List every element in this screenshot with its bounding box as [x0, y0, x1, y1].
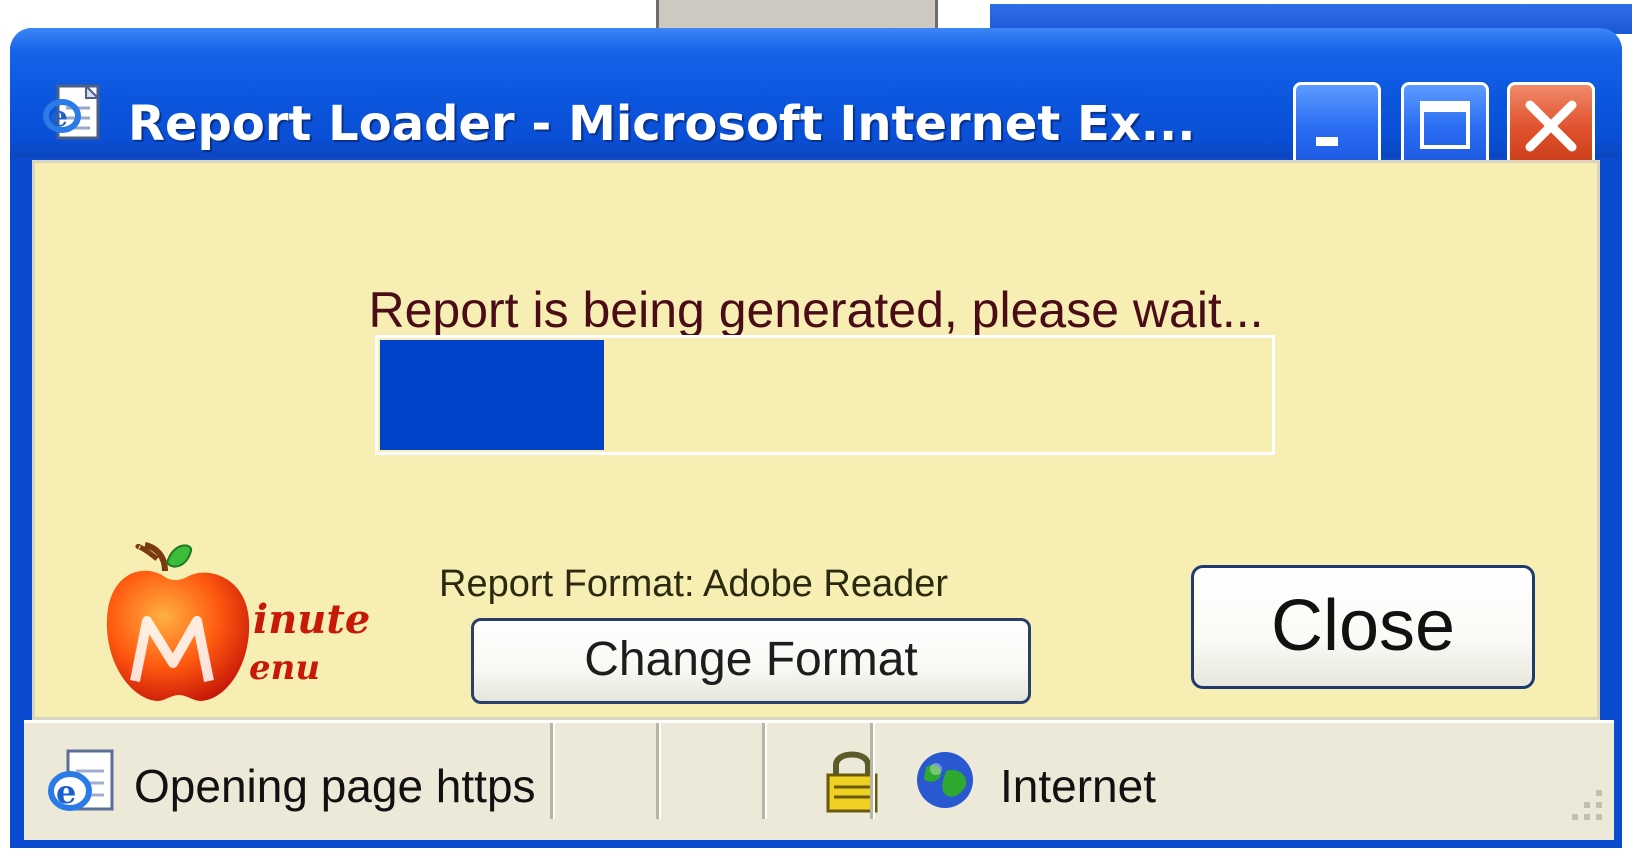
security-zone-label: Internet [1000, 760, 1156, 812]
logo-text-top: inute [253, 596, 370, 643]
logo-text-bottom: enu [249, 648, 320, 688]
window-title: Report Loader - Microsoft Internet Ex... [128, 96, 1196, 152]
resize-grip-icon[interactable] [1562, 784, 1608, 830]
maximize-icon [1420, 101, 1470, 149]
minimize-icon [1316, 137, 1338, 146]
generating-message: Report is being generated, please wait..… [368, 282, 1264, 338]
minute-menu-logo: inute enu [106, 542, 370, 701]
status-divider [550, 723, 555, 819]
svg-text:e: e [50, 100, 68, 133]
background-window-edge [656, 0, 938, 30]
status-divider [762, 723, 767, 819]
status-message: Opening page https [134, 760, 536, 812]
change-format-button[interactable]: Change Format [471, 618, 1031, 704]
title-bar[interactable]: e Report Loader - Microsoft Internet Ex.… [10, 28, 1622, 174]
close-icon [1525, 100, 1577, 152]
progress-bar-fill [380, 340, 604, 450]
status-divider [656, 723, 661, 819]
report-format-label: Report Format: Adobe Reader [439, 563, 949, 605]
report-loader-content: Report is being generated, please wait..… [32, 160, 1600, 720]
svg-text:e: e [56, 773, 76, 811]
close-button[interactable]: Close [1191, 565, 1535, 689]
status-divider [870, 723, 875, 819]
ie-page-icon: e [48, 749, 114, 811]
report-loader-window: e Report Loader - Microsoft Internet Ex.… [10, 28, 1622, 848]
globe-icon [917, 752, 973, 808]
status-bar: e Opening page https Internet [24, 720, 1614, 840]
ie-document-icon: e [43, 84, 101, 140]
progress-bar [375, 335, 1275, 455]
